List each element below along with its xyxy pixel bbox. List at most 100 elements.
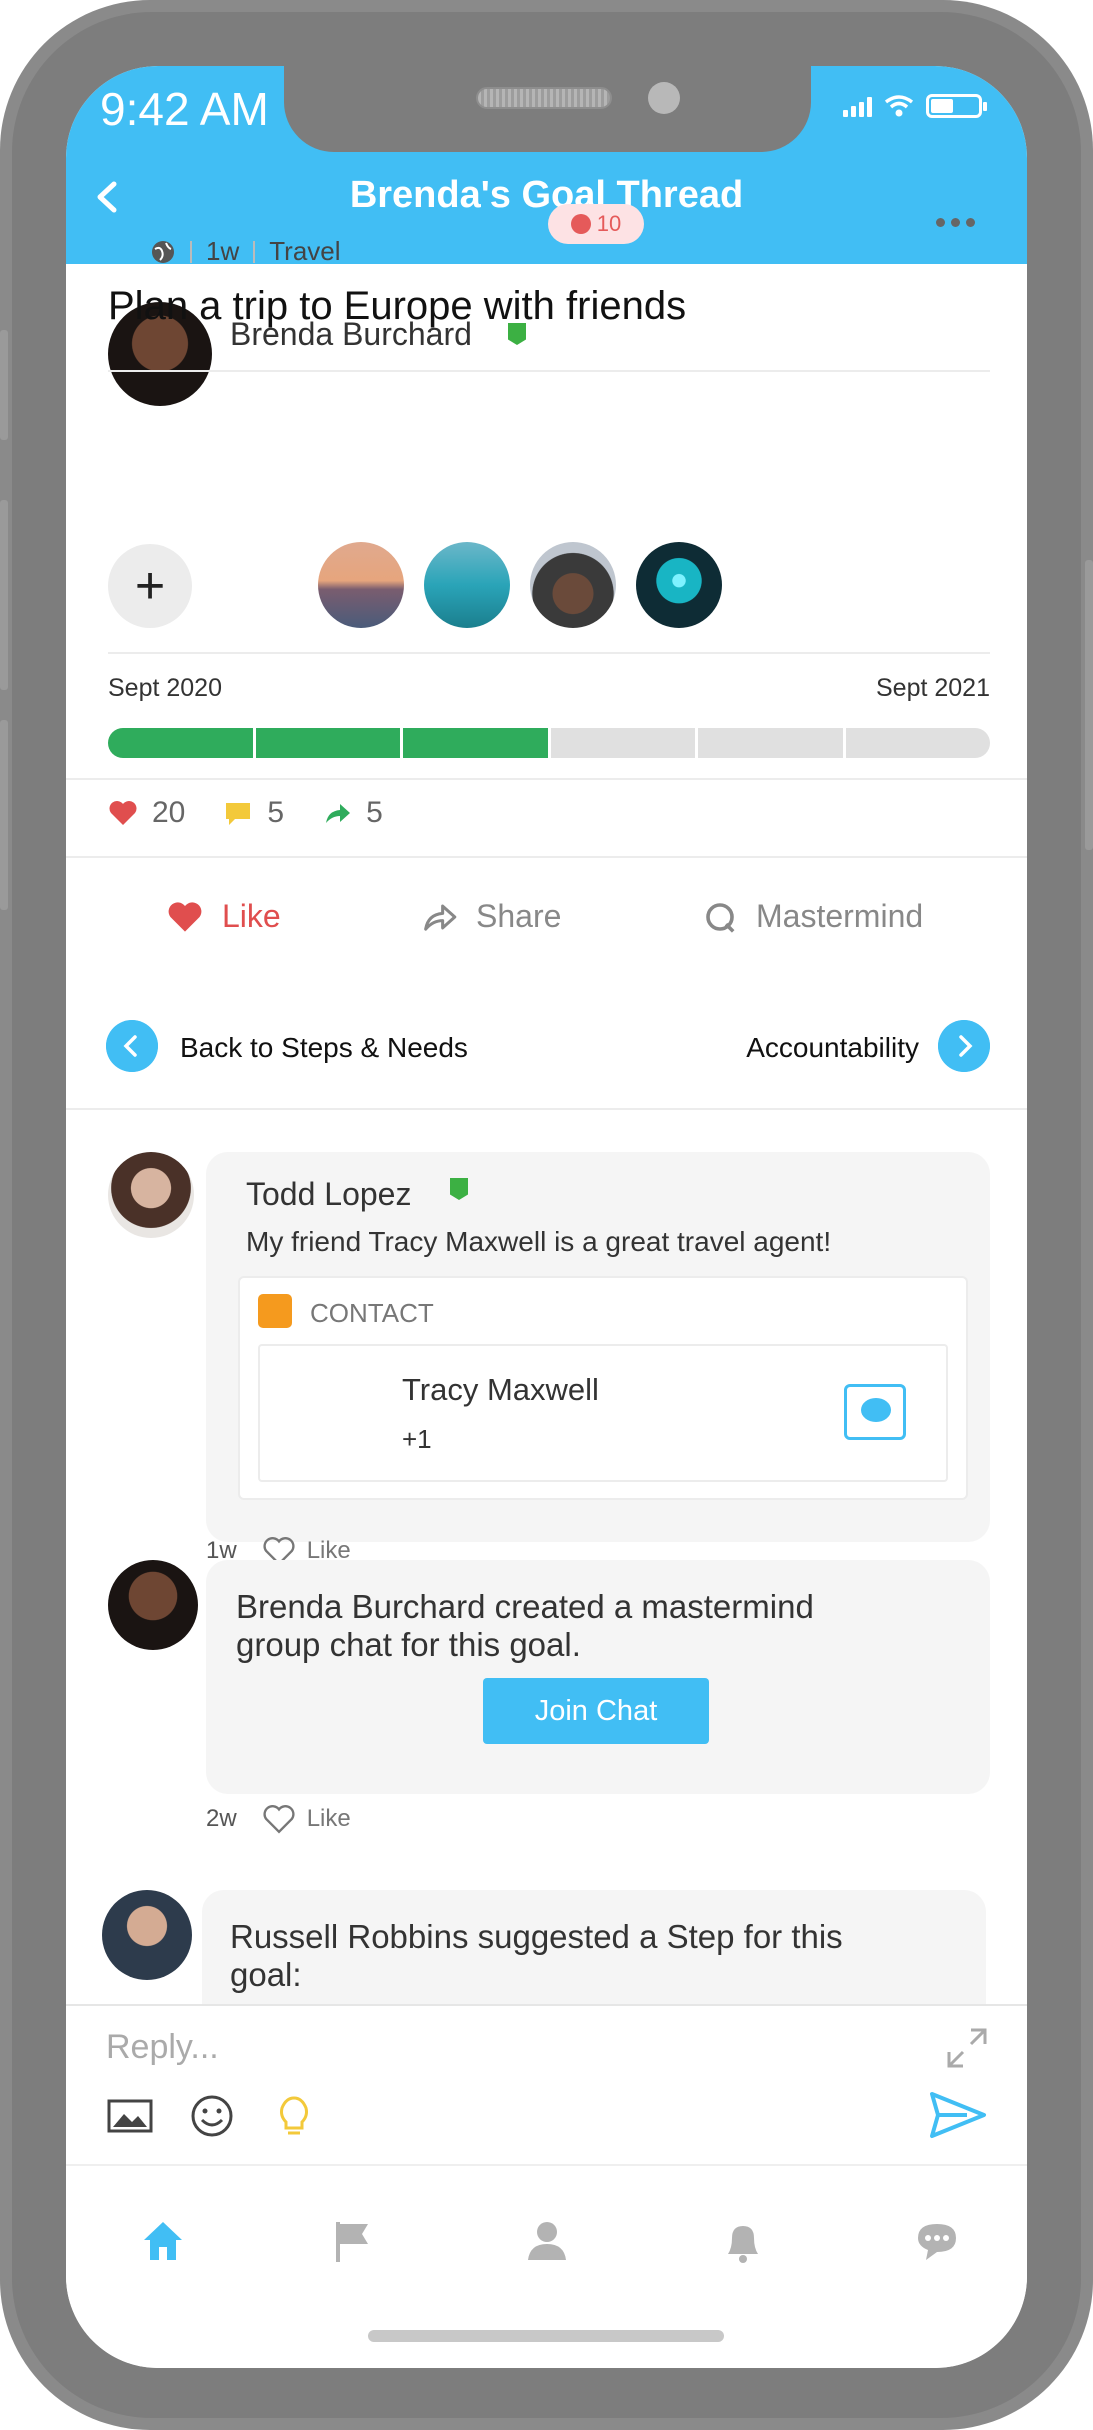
profile-icon[interactable] — [522, 2216, 572, 2266]
commenter-avatar[interactable] — [102, 1890, 192, 1980]
volume-up-button — [0, 500, 8, 690]
shares-stat[interactable]: 5 — [322, 796, 383, 830]
suggestion-text: Russell Robbins suggested a Step for thi… — [230, 1918, 843, 1956]
timeline-end: Sept 2021 — [876, 674, 990, 702]
battery-icon — [926, 94, 987, 118]
comments-stat[interactable]: 5 — [223, 796, 284, 830]
streak-badge: 10 — [548, 204, 644, 244]
comment-text: My friend Tracy Maxwell is a great trave… — [246, 1226, 832, 1257]
commenter-avatar[interactable] — [108, 1152, 194, 1238]
activity-text: Brenda Burchard created a mastermind — [236, 1588, 814, 1626]
post-meta: 1w Travel — [150, 236, 341, 267]
post-actions: Like Share Mastermind — [66, 898, 1027, 968]
like-label: Like — [222, 898, 281, 934]
notch — [284, 66, 811, 152]
back-to-steps-link[interactable]: Back to Steps & Needs — [180, 1032, 468, 1064]
likes-stat[interactable]: 20 — [108, 796, 185, 830]
mute-switch — [0, 330, 8, 440]
home-icon[interactable] — [138, 2216, 188, 2266]
progress-segment — [845, 728, 990, 758]
home-indicator — [368, 2330, 724, 2342]
speaker-grille — [476, 87, 612, 109]
post-time: 1w — [206, 236, 240, 266]
next-arrow-icon[interactable] — [938, 1020, 990, 1072]
comment-author[interactable]: Todd Lopez — [246, 1176, 411, 1213]
mastermind-button[interactable]: Mastermind — [702, 898, 923, 935]
meta-separator — [253, 240, 256, 263]
share-button[interactable]: Share — [420, 898, 561, 935]
progress-segment — [550, 728, 695, 758]
step-navigation: Back to Steps & Needs Accountability — [66, 1020, 1027, 1080]
suggestion-text-line2: goal: — [230, 1956, 302, 1993]
goal-photo-friends[interactable] — [530, 542, 616, 628]
likes-count: 20 — [152, 796, 186, 829]
divider — [108, 652, 990, 654]
header-bar: 9:42 AM Brenda's Goal Thread — [66, 66, 1027, 264]
previous-arrow-icon[interactable] — [106, 1020, 158, 1072]
goal-photo-sunset[interactable] — [318, 542, 404, 628]
comment-like-label: Like — [306, 1805, 351, 1832]
app-screen: 9:42 AM Brenda's Goal Thread Brenda Burc… — [66, 66, 1027, 2368]
accountability-link[interactable]: Accountability — [746, 1032, 919, 1064]
divider — [66, 856, 1027, 858]
chat-icon[interactable] — [912, 2216, 962, 2266]
streak-count: 10 — [596, 211, 622, 236]
message-contact-icon[interactable] — [844, 1384, 906, 1440]
post-stats: 20 5 5 — [108, 796, 421, 830]
goal-photo-concert[interactable] — [636, 542, 722, 628]
volume-down-button — [0, 720, 8, 910]
heart-outline-icon — [263, 1805, 295, 1834]
comment-icon — [226, 803, 251, 825]
progress-segment — [698, 728, 843, 758]
more-options-icon[interactable] — [936, 218, 975, 227]
goal-photo-swing[interactable] — [424, 542, 510, 628]
bell-icon[interactable] — [718, 2216, 768, 2266]
image-icon[interactable] — [106, 2092, 154, 2140]
reply-input[interactable]: Reply... — [106, 2028, 219, 2067]
mastermind-chat-icon — [706, 902, 735, 933]
progress-segment — [403, 728, 548, 758]
comment-time: 2w — [206, 1805, 237, 1832]
phone-frame: 9:42 AM Brenda's Goal Thread Brenda Burc… — [0, 0, 1093, 2430]
activity-author[interactable]: Brenda Burchard — [236, 1588, 485, 1625]
post-category[interactable]: Travel — [269, 236, 340, 267]
progress-segment — [255, 728, 400, 758]
contact-phone: +1 — [402, 1424, 432, 1454]
comment-like-button[interactable]: Like — [263, 1804, 351, 1834]
divider — [66, 778, 1027, 780]
contact-card-icon — [258, 1294, 292, 1328]
like-button[interactable]: Like — [166, 898, 281, 935]
comments-count: 5 — [267, 796, 285, 829]
share-label: Share — [476, 898, 562, 934]
suggestion-author[interactable]: Russell Robbins — [230, 1918, 468, 1955]
lightbulb-icon[interactable] — [270, 2092, 318, 2140]
front-camera — [648, 82, 680, 114]
share-arrow-icon — [326, 804, 351, 823]
commenter-avatar[interactable] — [108, 1560, 198, 1650]
join-chat-button[interactable]: Join Chat — [483, 1678, 709, 1744]
meta-separator — [190, 240, 192, 263]
emoji-icon[interactable] — [188, 2092, 236, 2140]
heart-icon — [168, 901, 202, 932]
send-icon[interactable] — [929, 2090, 987, 2140]
divider — [108, 370, 990, 372]
status-time: 9:42 AM — [100, 83, 269, 135]
status-icons — [843, 94, 987, 118]
progress-segment — [108, 728, 253, 758]
comment-footer: 2w Like — [206, 1804, 351, 1834]
goal-progress-bar — [108, 728, 990, 758]
shares-count: 5 — [366, 796, 383, 829]
reply-composer: Reply... — [66, 2004, 1027, 2164]
mastermind-label: Mastermind — [756, 898, 924, 934]
add-media-button[interactable]: + — [108, 544, 192, 628]
flag-icon[interactable] — [328, 2216, 378, 2266]
expand-icon[interactable] — [943, 2024, 991, 2072]
contact-name: Tracy Maxwell — [402, 1372, 599, 1407]
goal-title: Plan a trip to Europe with friends — [108, 284, 687, 328]
page-title: Brenda's Goal Thread — [349, 174, 744, 216]
share-icon — [424, 904, 457, 931]
suggestion-text-rest: suggested a Step for this — [468, 1918, 843, 1955]
contact-card[interactable]: CONTACT Tracy Maxwell +1 — [238, 1276, 968, 1500]
power-button — [1085, 560, 1093, 850]
timeline-start: Sept 2020 — [108, 674, 222, 702]
